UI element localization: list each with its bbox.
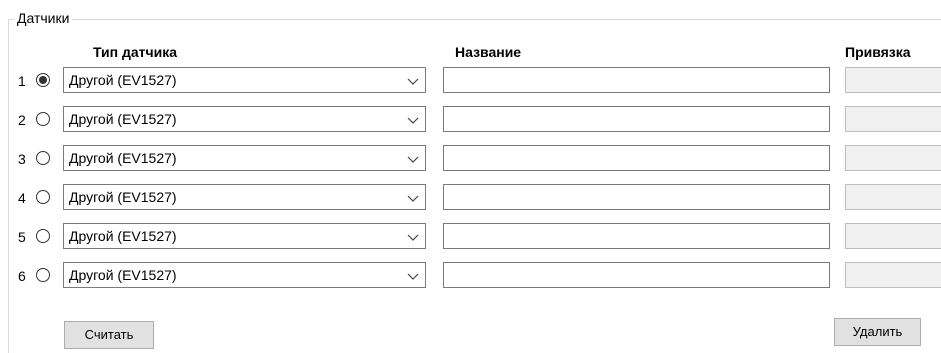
- sensor-binding-field: [845, 184, 941, 210]
- sensor-type-value: Другой (EV1527): [69, 228, 177, 244]
- sensor-name-input[interactable]: [443, 262, 830, 288]
- row-number: 1: [18, 73, 26, 89]
- sensor-name-input[interactable]: [443, 145, 830, 171]
- sensor-name-input[interactable]: [443, 184, 830, 210]
- sensor-type-value: Другой (EV1527): [69, 111, 177, 127]
- sensor-name-input[interactable]: [443, 223, 830, 249]
- sensor-binding-field: [845, 262, 941, 288]
- sensor-binding-field: [845, 145, 941, 171]
- sensor-type-value: Другой (EV1527): [69, 150, 177, 166]
- sensor-row: 1 Другой (EV1527): [0, 65, 941, 95]
- sensor-type-value: Другой (EV1527): [69, 189, 177, 205]
- chevron-down-icon: [407, 78, 419, 85]
- sensor-binding-field: [845, 106, 941, 132]
- sensor-select-radio[interactable]: [36, 229, 50, 243]
- sensor-select-radio[interactable]: [36, 268, 50, 282]
- sensor-binding-field: [845, 67, 941, 93]
- sensor-type-dropdown[interactable]: Другой (EV1527): [63, 262, 426, 288]
- chevron-down-icon: [407, 117, 419, 124]
- sensor-select-radio[interactable]: [36, 151, 50, 165]
- column-header-binding: Привязка: [845, 44, 911, 60]
- sensor-row: 5 Другой (EV1527): [0, 221, 941, 251]
- sensor-type-value: Другой (EV1527): [69, 267, 177, 283]
- sensor-row: 3 Другой (EV1527): [0, 143, 941, 173]
- row-number: 2: [18, 112, 26, 128]
- row-number: 4: [18, 190, 26, 206]
- sensor-type-dropdown[interactable]: Другой (EV1527): [63, 223, 426, 249]
- sensor-name-input[interactable]: [443, 106, 830, 132]
- read-button[interactable]: Считать: [64, 321, 154, 349]
- chevron-down-icon: [407, 156, 419, 163]
- groupbox-title: Датчики: [14, 9, 73, 27]
- column-header-name: Название: [455, 44, 522, 60]
- sensor-row: 2 Другой (EV1527): [0, 104, 941, 134]
- chevron-down-icon: [407, 195, 419, 202]
- sensor-select-radio[interactable]: [36, 73, 50, 87]
- column-header-sensor-type: Тип датчика: [93, 44, 178, 60]
- sensor-type-dropdown[interactable]: Другой (EV1527): [63, 106, 426, 132]
- sensor-select-radio[interactable]: [36, 112, 50, 126]
- sensors-panel: Датчики Тип датчика Название Привязка 1 …: [0, 0, 941, 353]
- row-number: 6: [18, 268, 26, 284]
- sensor-type-dropdown[interactable]: Другой (EV1527): [63, 67, 426, 93]
- delete-button[interactable]: Удалить: [834, 318, 921, 346]
- sensor-type-value: Другой (EV1527): [69, 72, 177, 88]
- sensor-row: 6 Другой (EV1527): [0, 260, 941, 290]
- sensor-name-input[interactable]: [443, 67, 830, 93]
- row-number: 5: [18, 229, 26, 245]
- sensor-binding-field: [845, 223, 941, 249]
- chevron-down-icon: [407, 273, 419, 280]
- sensor-type-dropdown[interactable]: Другой (EV1527): [63, 184, 426, 210]
- chevron-down-icon: [407, 234, 419, 241]
- radio-checked-dot: [39, 76, 47, 84]
- sensor-type-dropdown[interactable]: Другой (EV1527): [63, 145, 426, 171]
- sensor-row: 4 Другой (EV1527): [0, 182, 941, 212]
- sensor-select-radio[interactable]: [36, 190, 50, 204]
- row-number: 3: [18, 151, 26, 167]
